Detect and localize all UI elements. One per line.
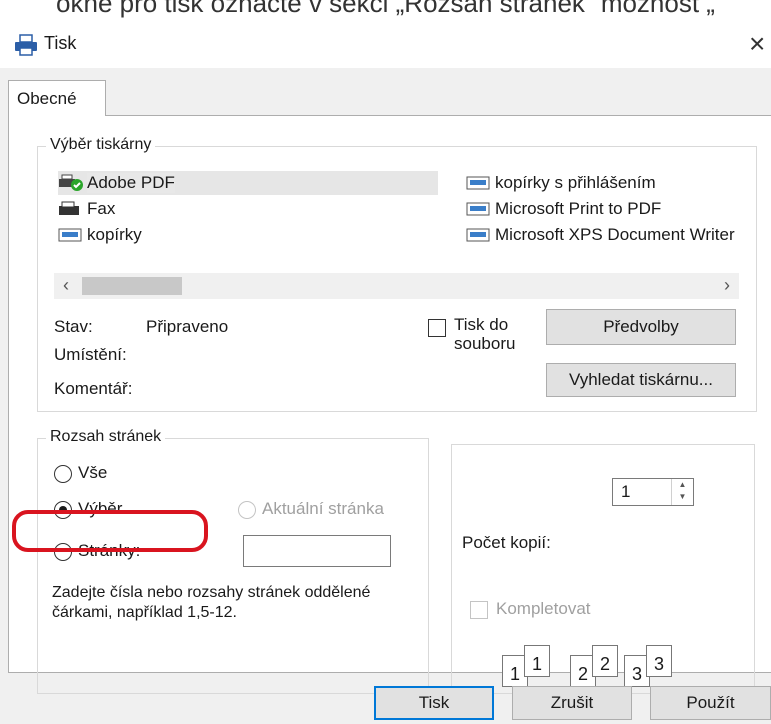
page-range-legend: Rozsah stránek xyxy=(46,428,166,446)
printer-label: kopírky xyxy=(87,225,142,244)
apply-button[interactable]: Použít xyxy=(650,686,771,720)
print-to-file-label: Tisk do souboru xyxy=(454,315,516,353)
collate-checkbox[interactable] xyxy=(470,601,488,619)
spinner-arrows[interactable]: ▲ ▼ xyxy=(671,479,693,505)
page-caption: okně pro tisk označte v sekci „Rozsah st… xyxy=(56,0,715,18)
printer-list-scrollbar[interactable]: ‹ › xyxy=(54,273,739,299)
page-range-group: Rozsah stránek Vše Výběr Aktuální stránk… xyxy=(37,428,429,694)
scroll-left-icon[interactable]: ‹ xyxy=(56,275,76,296)
printer-icon xyxy=(466,174,492,192)
window-title: Tisk xyxy=(44,33,77,53)
location-label: Umístění: xyxy=(54,345,127,364)
printer-label: Microsoft Print to PDF xyxy=(495,199,662,218)
copies-spinner[interactable]: 1 ▲ ▼ xyxy=(612,478,694,506)
title-bar: Tisk × xyxy=(0,22,771,68)
page-icon: 2 xyxy=(592,645,618,677)
scroll-right-icon[interactable]: › xyxy=(717,275,737,296)
copies-group: Počet kopií: Kompletovat 1 1 2 2 3 3 xyxy=(451,444,755,694)
status-label: Stav: xyxy=(54,317,93,336)
printer-item-microsoft-print-to-pdf[interactable]: Microsoft Print to PDF xyxy=(466,197,661,221)
page-range-hint: Zadejte čísla nebo rozsahy stránek odděl… xyxy=(52,584,371,621)
fax-icon xyxy=(58,200,84,218)
close-icon[interactable]: × xyxy=(749,28,771,60)
cancel-button[interactable]: Zrušit xyxy=(512,686,632,720)
printer-item-kopirky-s-prihlasenim[interactable]: kopírky s přihlášením xyxy=(466,171,656,195)
printer-label: kopírky s přihlášením xyxy=(495,173,656,192)
printer-icon xyxy=(466,200,492,218)
print-button[interactable]: Tisk xyxy=(374,686,494,720)
printer-icon xyxy=(466,226,492,244)
page-icon: 1 xyxy=(524,645,550,677)
printer-item-fax[interactable]: Fax xyxy=(58,197,115,221)
page-range-all-label: Vše xyxy=(78,463,108,482)
printer-group-legend: Výběr tiskárny xyxy=(46,136,156,154)
printer-label: Adobe PDF xyxy=(87,173,175,193)
scrollbar-thumb[interactable] xyxy=(82,277,182,295)
copies-label: Počet kopií: xyxy=(462,533,551,552)
printer-label: Microsoft XPS Document Writer xyxy=(495,225,735,244)
printer-item-kopirky[interactable]: kopírky xyxy=(58,223,142,247)
status-value: Připraveno xyxy=(146,317,229,336)
printer-item-adobe-pdf[interactable]: Adobe PDF xyxy=(58,171,438,195)
tab-panel: Výběr tiskárny Adobe PDF Fax kopírky kop… xyxy=(8,115,771,694)
page-range-all-radio[interactable] xyxy=(54,465,72,483)
printer-label: Fax xyxy=(87,199,116,218)
pages-input[interactable] xyxy=(243,535,391,567)
printer-icon xyxy=(58,226,84,244)
printer-default-icon xyxy=(58,174,84,192)
selection-highlight xyxy=(12,510,208,552)
print-dialog: Obecné Výběr tiskárny Adobe PDF Fax kopí… xyxy=(0,68,771,724)
collate-label: Kompletovat xyxy=(496,599,591,618)
page-range-current-radio[interactable] xyxy=(238,501,256,519)
page-range-current-label: Aktuální stránka xyxy=(262,499,384,518)
copies-value: 1 xyxy=(621,482,631,501)
comment-label: Komentář: xyxy=(54,379,133,398)
preferences-button[interactable]: Předvolby xyxy=(546,309,736,345)
printer-item-microsoft-xps[interactable]: Microsoft XPS Document Writer xyxy=(466,223,758,247)
tab-general[interactable]: Obecné xyxy=(8,80,106,116)
printer-selection-group: Výběr tiskárny Adobe PDF Fax kopírky kop… xyxy=(37,136,758,412)
find-printer-button[interactable]: Vyhledat tiskárnu... xyxy=(546,363,736,397)
page-icon: 3 xyxy=(646,645,672,677)
printer-icon xyxy=(14,34,38,56)
print-to-file-checkbox[interactable] xyxy=(428,319,446,337)
